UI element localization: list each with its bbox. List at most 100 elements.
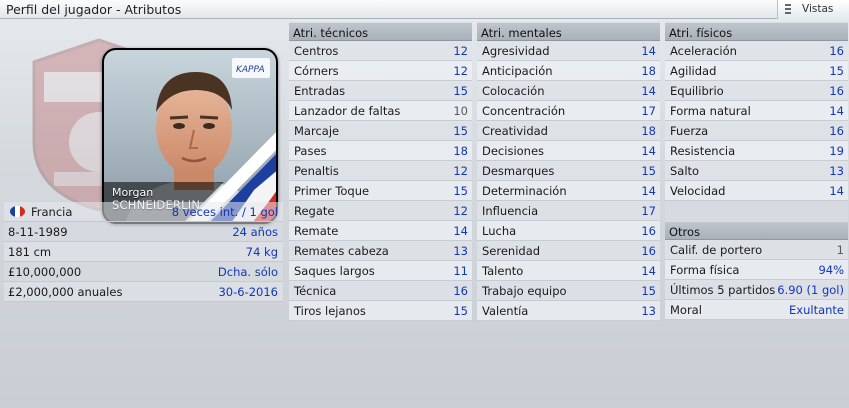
physical-attribute-row[interactable]: Salto 13 [665,161,848,181]
player-profile-header: KAPPA Morgan SCHNEIDERLIN [4,22,283,224]
info-label: £2,000,000 anuales [8,285,123,299]
attribute-name: Córners [294,64,339,78]
views-menu-button[interactable]: Vistas [777,0,849,19]
technical-attribute-row[interactable]: Saques largos 11 [289,261,472,281]
mental-attribute-row[interactable]: Determinación 14 [477,181,660,201]
attribute-name: Entradas [294,84,346,98]
attribute-name: Anticipación [482,64,553,78]
technical-attribute-row[interactable]: Lanzador de faltas 10 [289,101,472,121]
mental-attribute-row[interactable]: Colocación 14 [477,81,660,101]
other-attribute-row[interactable]: Forma física 94% [665,260,848,280]
technical-attribute-row[interactable]: Remates cabeza 13 [289,241,472,261]
window-title: Perfil del jugador - Atributos [6,2,182,17]
attribute-value: 16 [829,44,844,58]
attribute-value: 18 [453,144,468,158]
mental-attribute-row[interactable]: Desmarques 15 [477,161,660,181]
attribute-value: 14 [641,264,656,278]
attribute-name: Fuerza [670,124,709,138]
mental-attribute-row[interactable]: Valentía 13 [477,301,660,321]
info-row-wage-contract[interactable]: £2,000,000 anuales 30-6-2016 [4,282,283,302]
attribute-value: 12 [453,164,468,178]
other-attribute-row[interactable]: Últimos 5 partidos 6.90 (1 gol) [665,280,848,300]
info-value[interactable]: 8 veces int. / 1 gol [172,205,278,219]
attribute-name: Remate [294,224,339,238]
attribute-name: Regate [294,204,335,218]
technical-attribute-row[interactable]: Primer Toque 15 [289,181,472,201]
player-info-list: Francia 8 veces int. / 1 gol 8-11-1989 2… [4,202,283,302]
other-attribute-row[interactable]: Calif. de portero 1 [665,240,848,260]
attribute-value: 15 [453,304,468,318]
mental-attribute-row[interactable]: Concentración 17 [477,101,660,121]
attribute-name: Agilidad [670,64,717,78]
technical-attribute-row[interactable]: Pases 18 [289,141,472,161]
attribute-name: Desmarques [482,164,555,178]
attribute-value: 16 [829,124,844,138]
physical-attribute-row[interactable]: Agilidad 15 [665,61,848,81]
technical-attribute-row[interactable]: Centros 12 [289,41,472,61]
attribute-value: 18 [641,124,656,138]
attribute-value: 18 [641,64,656,78]
mental-attributes-panel: Atri. mentales Agresividad 14 Anticipación… [477,22,660,321]
other-panel-header: Otros [665,221,848,240]
attribute-value: 94% [818,263,844,277]
france-flag-icon [10,206,25,217]
mental-attribute-row[interactable]: Lucha 16 [477,221,660,241]
attribute-name: Centros [294,44,339,58]
attribute-name: Primer Toque [294,184,370,198]
technical-attribute-row[interactable]: Técnica 16 [289,281,472,301]
mental-attribute-row[interactable]: Agresividad 14 [477,41,660,61]
physical-attribute-row[interactable]: Resistencia 19 [665,141,848,161]
technical-attribute-row[interactable]: Entradas 15 [289,81,472,101]
mental-attribute-row[interactable]: Decisiones 14 [477,141,660,161]
attribute-name: Creatividad [482,124,548,138]
attribute-name: Moral [670,303,702,317]
physical-attributes-panel: Atri. físicos Aceleración 16 Agilidad 15 Equ… [665,22,848,320]
info-label: 181 cm [8,245,52,259]
mental-attribute-row[interactable]: Anticipación 18 [477,61,660,81]
technical-attribute-row[interactable]: Tiros lejanos 15 [289,301,472,321]
attribute-value: 15 [829,64,844,78]
attribute-value: 14 [829,184,844,198]
technical-attributes-panel: Atri. técnicos Centros 12 Córners 12 Entrada… [289,22,472,321]
attribute-value: 15 [453,184,468,198]
physical-attribute-row[interactable]: Velocidad 14 [665,181,848,201]
info-row-birthdate: 8-11-1989 24 años [4,222,283,242]
info-value[interactable]: 30-6-2016 [218,285,278,299]
attribute-value: 6.90 (1 gol) [777,283,844,297]
mental-attribute-row[interactable]: Influencia 17 [477,201,660,221]
panel-header: Atri. mentales [477,22,660,41]
info-label: £10,000,000 [8,265,82,279]
info-label: Francia [31,205,73,219]
info-row-nationality[interactable]: Francia 8 veces int. / 1 gol [4,202,283,222]
attribute-name: Marcaje [294,124,340,138]
attribute-name: Concentración [482,104,566,118]
physical-attribute-row[interactable]: Aceleración 16 [665,41,848,61]
technical-attribute-row[interactable]: Remate 14 [289,221,472,241]
attribute-value: 13 [641,304,656,318]
attribute-value: 16 [453,284,468,298]
physical-attribute-row[interactable]: Fuerza 16 [665,121,848,141]
mental-attribute-row[interactable]: Trabajo equipo 15 [477,281,660,301]
technical-attribute-row[interactable]: Córners 12 [289,61,472,81]
mental-attribute-row[interactable]: Talento 14 [477,261,660,281]
attribute-name: Forma natural [670,104,751,118]
attribute-name: Talento [482,264,524,278]
physical-attribute-row[interactable]: Equilibrio 16 [665,81,848,101]
mental-attribute-row[interactable]: Serenidad 16 [477,241,660,261]
physical-attribute-row[interactable]: Forma natural 14 [665,101,848,121]
attribute-name: Agresividad [482,44,550,58]
technical-attribute-row[interactable]: Marcaje 15 [289,121,472,141]
mental-attribute-row[interactable]: Creatividad 18 [477,121,660,141]
technical-attribute-row[interactable]: Regate 12 [289,201,472,221]
attribute-name: Aceleración [670,44,737,58]
technical-attribute-row[interactable]: Penaltis 12 [289,161,472,181]
title-bar: Perfil del jugador - Atributos Vistas [0,0,849,19]
panel-header: Atri. físicos [665,22,848,41]
svg-text:KAPPA: KAPPA [236,65,265,75]
attribute-value: 15 [641,284,656,298]
panel-spacer [665,201,848,221]
other-attribute-row[interactable]: Moral Exultante [665,300,848,320]
attribute-name: Valentía [482,304,529,318]
attribute-value: 17 [641,104,656,118]
attribute-value: 16 [829,84,844,98]
